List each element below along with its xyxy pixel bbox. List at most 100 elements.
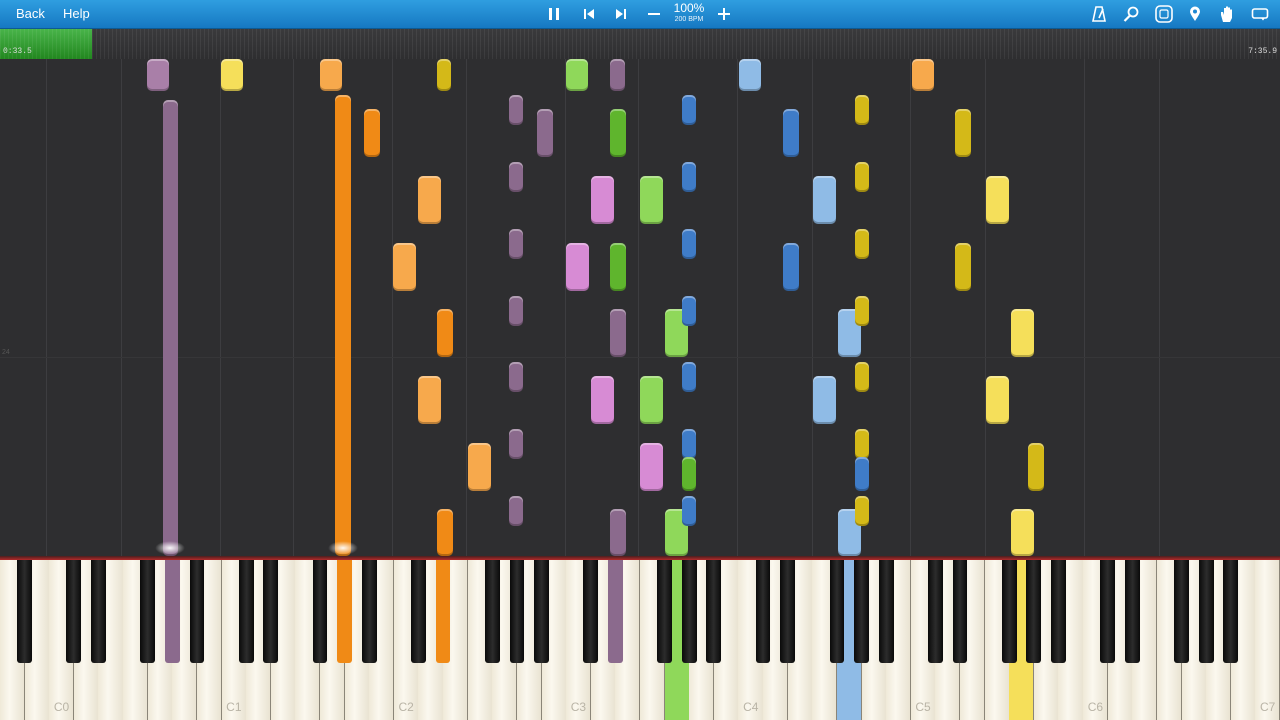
- black-key[interactable]: [509, 560, 525, 663]
- black-key[interactable]: [238, 560, 254, 663]
- black-key[interactable]: [263, 560, 279, 663]
- note-block: [610, 109, 626, 157]
- black-key[interactable]: [1124, 560, 1140, 663]
- grid-line: [910, 59, 911, 556]
- note-block: [591, 376, 614, 424]
- black-key[interactable]: [17, 560, 32, 663]
- key-glow: [328, 541, 358, 555]
- note-block: [509, 296, 523, 326]
- note-block: [437, 309, 453, 357]
- note-block: [855, 95, 869, 125]
- black-key[interactable]: [878, 560, 894, 663]
- black-key[interactable]: [312, 560, 328, 663]
- grid-line: [121, 59, 122, 556]
- note-block: [610, 509, 626, 556]
- note-block: [855, 457, 869, 491]
- grid-line: [1159, 59, 1160, 556]
- white-key[interactable]: [1255, 560, 1280, 720]
- note-block: [566, 243, 589, 291]
- black-key[interactable]: [534, 560, 549, 663]
- octave-label: C3: [570, 700, 587, 714]
- search-icon[interactable]: [1122, 5, 1140, 23]
- black-key[interactable]: [657, 560, 672, 663]
- note-roll: 24: [0, 59, 1280, 556]
- black-key[interactable]: [1100, 560, 1116, 663]
- note-block: [610, 309, 626, 357]
- grid-line: [1084, 59, 1085, 556]
- pause-icon[interactable]: [546, 6, 562, 22]
- note-block: [682, 162, 696, 192]
- note-block: [437, 509, 453, 556]
- black-key[interactable]: [583, 560, 599, 663]
- plus-icon[interactable]: [716, 6, 732, 22]
- note-block: [1011, 509, 1034, 556]
- black-key[interactable]: [1174, 560, 1189, 663]
- grid-line: [565, 59, 566, 556]
- total-time: 7:35.9: [1248, 47, 1277, 56]
- note-block: [468, 443, 491, 491]
- next-icon[interactable]: [613, 6, 629, 22]
- black-key[interactable]: [1198, 560, 1214, 663]
- black-key[interactable]: [706, 560, 722, 663]
- black-key[interactable]: [164, 560, 180, 663]
- note-block: [566, 59, 588, 91]
- tempo-bpm: 200 BPM: [674, 16, 704, 23]
- octave-label: C1: [226, 700, 242, 714]
- note-block: [855, 429, 869, 459]
- black-key[interactable]: [608, 560, 623, 663]
- note-block: [682, 229, 696, 259]
- metronome-icon[interactable]: [1090, 5, 1108, 23]
- marker-icon[interactable]: [1187, 5, 1203, 23]
- timeline-bar[interactable]: 0:33.5 7:35.9: [0, 29, 1280, 59]
- note-block: [783, 109, 799, 157]
- black-key[interactable]: [140, 560, 156, 663]
- black-key[interactable]: [1223, 560, 1239, 663]
- octave-label: C7: [1260, 700, 1276, 714]
- grid-line: [737, 59, 738, 556]
- black-key[interactable]: [681, 560, 697, 663]
- note-block: [682, 362, 696, 392]
- black-key[interactable]: [66, 560, 82, 663]
- black-key[interactable]: [1001, 560, 1017, 663]
- note-block: [437, 59, 451, 91]
- back-button[interactable]: Back: [16, 0, 45, 28]
- previous-icon[interactable]: [581, 6, 597, 22]
- note-block: [147, 59, 169, 91]
- grid-line: [46, 59, 47, 556]
- black-key[interactable]: [755, 560, 771, 663]
- note-block: [855, 229, 869, 259]
- black-key[interactable]: [189, 560, 205, 663]
- note-block: [640, 376, 663, 424]
- black-key[interactable]: [337, 560, 352, 663]
- black-key[interactable]: [484, 560, 500, 663]
- grid-line: [638, 59, 639, 556]
- note-block: [364, 109, 380, 157]
- loop-icon[interactable]: [1250, 5, 1270, 23]
- octave-label: C6: [1087, 700, 1104, 714]
- black-key[interactable]: [1051, 560, 1066, 663]
- black-key[interactable]: [780, 560, 796, 663]
- note-block: [783, 243, 799, 291]
- black-key[interactable]: [91, 560, 106, 663]
- octave-label: C5: [915, 700, 931, 714]
- note-block: [418, 376, 441, 424]
- grid-line: [220, 59, 221, 556]
- black-key[interactable]: [435, 560, 451, 663]
- note-block: [855, 162, 869, 192]
- black-key[interactable]: [829, 560, 845, 663]
- note-block: [163, 100, 178, 556]
- note-block: [591, 176, 614, 224]
- black-key[interactable]: [854, 560, 869, 663]
- black-key[interactable]: [361, 560, 377, 663]
- black-key[interactable]: [952, 560, 968, 663]
- black-key[interactable]: [411, 560, 426, 663]
- note-block: [739, 59, 761, 91]
- hand-icon[interactable]: [1218, 4, 1236, 24]
- note-block: [955, 109, 971, 157]
- black-key[interactable]: [1026, 560, 1042, 663]
- black-key[interactable]: [928, 560, 943, 663]
- minus-icon[interactable]: [646, 6, 662, 22]
- keyboard-icon[interactable]: [1154, 4, 1173, 23]
- help-button[interactable]: Help: [63, 0, 90, 28]
- note-block: [418, 176, 441, 224]
